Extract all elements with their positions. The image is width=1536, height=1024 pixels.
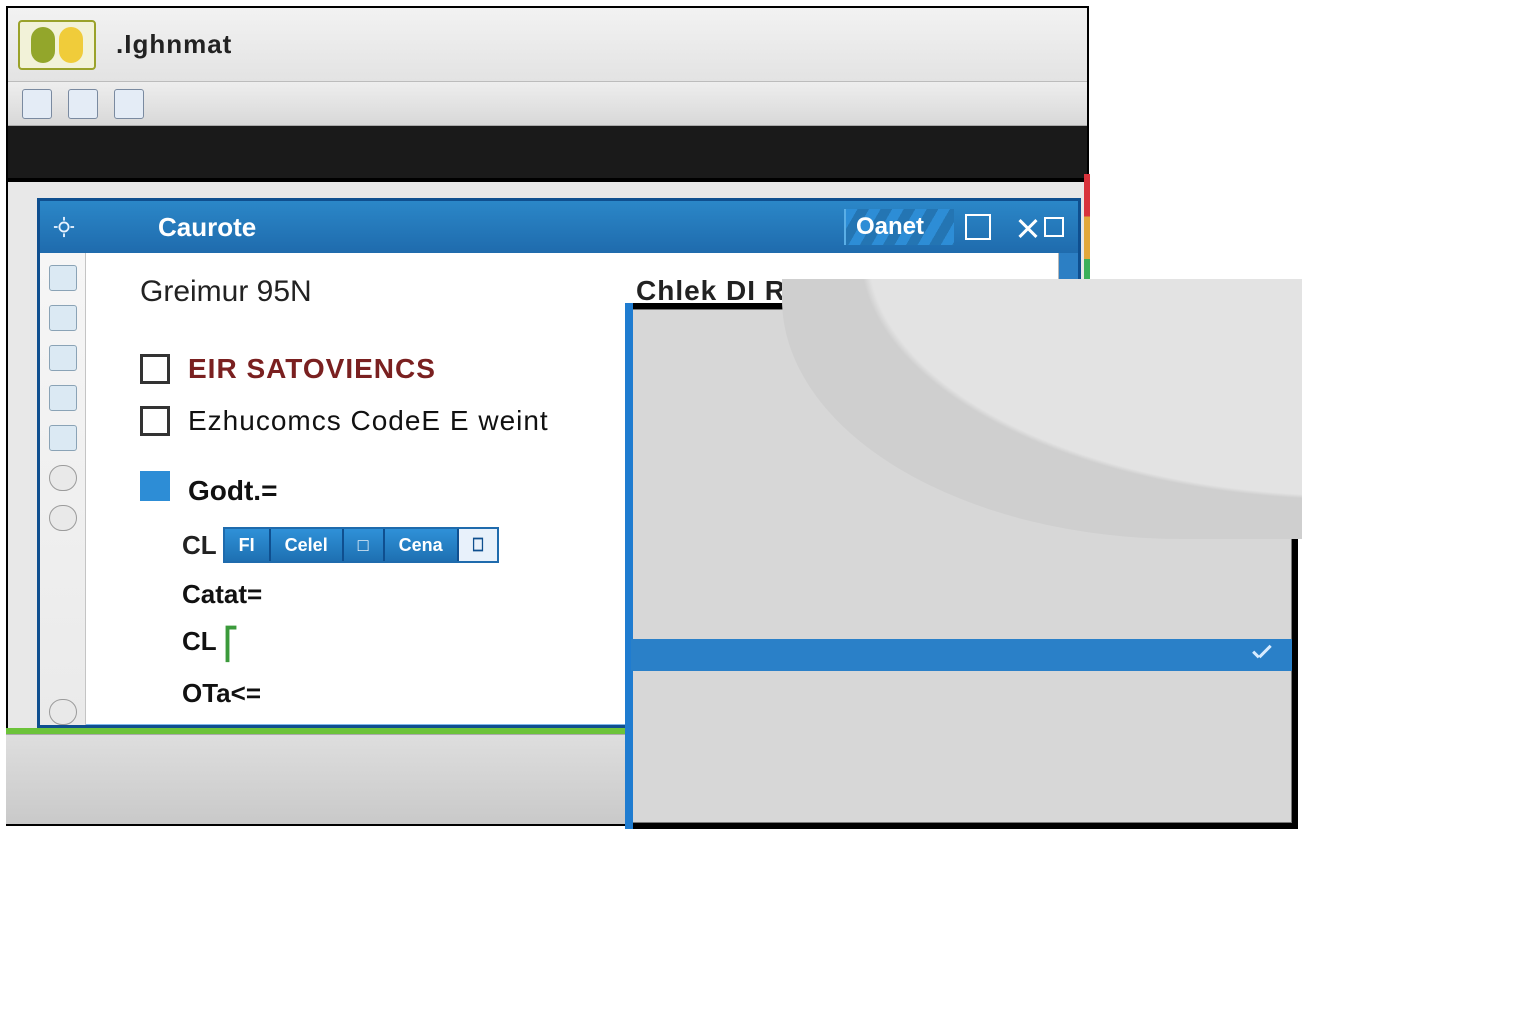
dialog-sidebar: [40, 253, 86, 725]
close-icon[interactable]: [1002, 213, 1030, 241]
outer-window-title: .Ighnmat: [116, 29, 232, 60]
group-label: Godt.=: [188, 475, 277, 507]
pause-icon[interactable]: [49, 505, 77, 531]
dialog-title: Caurote: [158, 212, 256, 243]
doc-icon[interactable]: [49, 265, 77, 291]
chart-icon[interactable]: [49, 345, 77, 371]
outer-titlebar: .Ighnmat: [8, 8, 1087, 82]
checkbox[interactable]: [140, 354, 170, 384]
checkbox-checked[interactable]: [140, 471, 170, 501]
image-icon[interactable]: [49, 425, 77, 451]
token-button[interactable]: Cena: [385, 529, 459, 561]
token-button[interactable]: Celel: [271, 529, 344, 561]
table-icon[interactable]: [68, 89, 98, 119]
window-menu-icon[interactable]: [1040, 213, 1068, 241]
grid-icon[interactable]: [114, 89, 144, 119]
caret-up-icon: ⎡: [223, 628, 238, 661]
record-icon[interactable]: [49, 699, 77, 725]
app-logo-icon: [18, 20, 96, 70]
list-item-label: CL: [182, 626, 216, 656]
chart2-icon[interactable]: [49, 385, 77, 411]
check-icon: [1250, 643, 1274, 667]
overlay-panel: [625, 303, 1298, 829]
token-button[interactable]: ⎕: [459, 529, 498, 561]
outer-ribbon-band: [8, 126, 1087, 182]
checkbox-label: EIR SATOVIENCS: [188, 353, 436, 385]
token-button[interactable]: □: [344, 529, 385, 561]
maximize-icon[interactable]: [964, 213, 992, 241]
dialog-titlebar[interactable]: Caurote Oanet: [40, 201, 1078, 253]
token-prefix: CL: [182, 530, 217, 561]
overlay-background-curve: [782, 279, 1302, 539]
checkbox[interactable]: [140, 406, 170, 436]
checkbox-label: Ezhucomcs CodeE E weint: [188, 405, 549, 437]
token-button[interactable]: FI: [225, 529, 271, 561]
page-icon[interactable]: [22, 89, 52, 119]
doc2-icon[interactable]: [49, 305, 77, 331]
stop-icon[interactable]: [49, 465, 77, 491]
gear-icon: [50, 213, 78, 241]
overlay-left-edge: [625, 303, 633, 829]
overlay-selected-row[interactable]: [631, 639, 1292, 671]
token-strip[interactable]: FI Celel □ Cena ⎕: [223, 527, 500, 563]
outer-toolbar: [8, 82, 1087, 126]
scrollbar-thumb[interactable]: [1059, 253, 1078, 303]
dialog-subtitle: Oanet: [844, 209, 954, 245]
